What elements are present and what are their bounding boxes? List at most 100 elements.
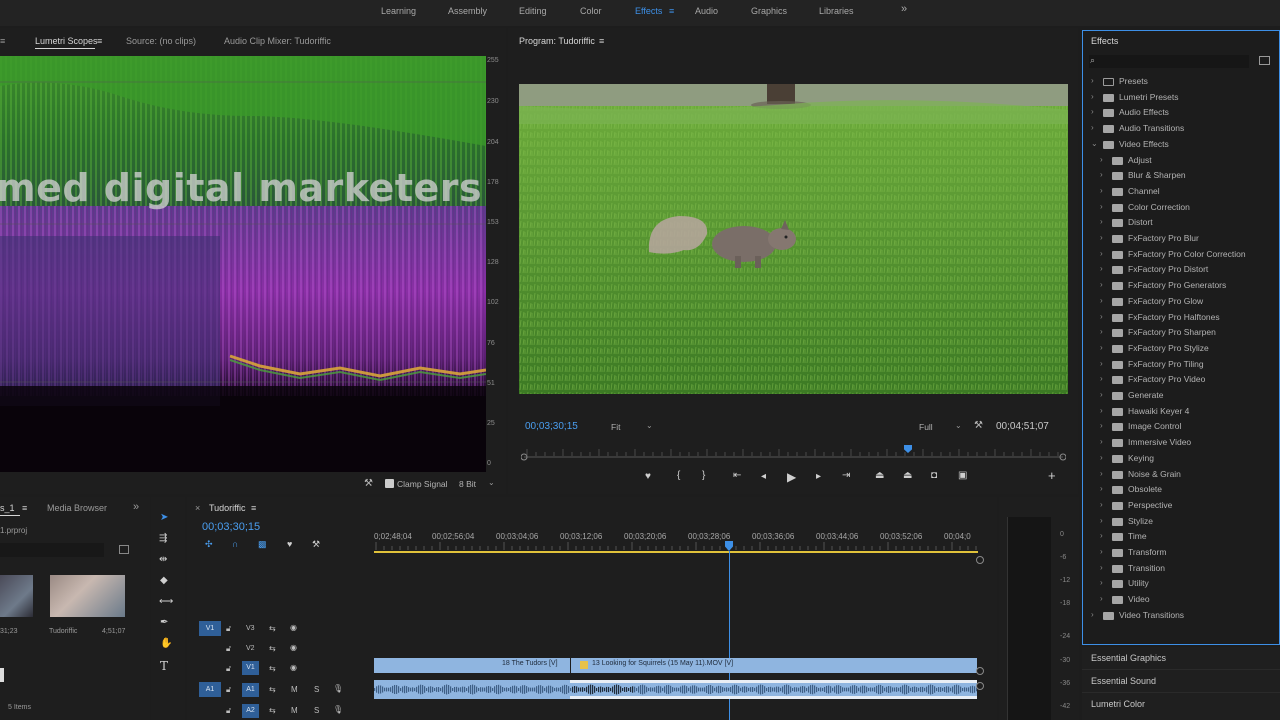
close-icon[interactable]: × [195,503,200,513]
effects-tree-item[interactable]: › Video Transitions [1083,609,1273,624]
chevron-right-icon[interactable]: › [1100,296,1103,305]
program-current-timecode[interactable]: 00;03;30;15 [525,421,578,432]
chevron-right-icon[interactable]: › [1091,610,1094,619]
lock-icon[interactable]: 🔓︎ [226,685,231,695]
type-tool-icon[interactable]: T [160,659,168,673]
source-patch-a1[interactable]: A1 [199,682,221,697]
tab-source[interactable]: Source: (no clips) [126,36,196,46]
quality-select[interactable]: Full [919,422,933,432]
effects-tree-item[interactable]: › Generate [1083,389,1273,404]
settings-wrench-icon[interactable]: ⚒ [312,539,320,550]
chevron-down-icon[interactable]: ⌄ [955,421,962,430]
camera-icon[interactable]: ◘ [931,470,937,481]
program-scrub-bar[interactable] [520,445,1067,461]
chevron-right-icon[interactable]: › [1091,107,1094,116]
effects-tree-item[interactable]: › Presets [1083,75,1273,90]
effects-tree-item[interactable]: › Hawaiki Keyer 4 [1083,405,1273,420]
chevron-down-icon[interactable]: ⌄ [1091,139,1098,148]
chevron-right-icon[interactable]: › [1100,484,1103,493]
effects-tree-item[interactable]: › Time [1083,530,1273,545]
clip-thumbnail[interactable] [50,575,125,617]
wrench-icon[interactable]: ⚒ [974,420,983,431]
chevron-right-icon[interactable]: › [1100,563,1103,572]
effects-tree-item[interactable]: › Utility [1083,577,1273,592]
workspace-tab-graphics[interactable]: Graphics [751,6,787,16]
chevron-right-icon[interactable]: › [1091,76,1094,85]
sync-lock-icon[interactable]: ⇆ [269,644,276,653]
chevron-right-icon[interactable]: › [1100,202,1103,211]
chevron-right-icon[interactable]: › [1091,92,1094,101]
chevron-right-icon[interactable]: › [1100,264,1103,273]
chevron-right-icon[interactable]: › [1100,531,1103,540]
essential-graphics-panel[interactable]: Essential Graphics [1091,653,1166,663]
workspace-tab-editing[interactable]: Editing [519,6,547,16]
mark-out-button[interactable]: } [702,470,705,481]
program-monitor-title[interactable]: Program: Tudoriffic [519,36,595,46]
mute-button[interactable]: M [291,685,298,694]
ripple-edit-tool-icon[interactable]: ⇹ [159,554,167,565]
workspace-menu-icon[interactable]: ≡ [669,6,674,16]
project-search-input[interactable] [0,543,104,557]
effects-tree-item[interactable]: › FxFactory Pro Video [1083,373,1273,388]
pen-tool-icon[interactable]: ✒ [160,617,168,628]
panel-overflow-button[interactable]: » [133,501,139,513]
workspace-tab-learning[interactable]: Learning [381,6,416,16]
lock-icon[interactable]: 🔓︎ [226,624,231,634]
source-patch-v1[interactable]: V1 [199,621,221,636]
chevron-right-icon[interactable]: › [1100,469,1103,478]
chevron-right-icon[interactable]: › [1100,374,1103,383]
chevron-right-icon[interactable]: › [1100,280,1103,289]
zoom-slider-handle[interactable] [0,668,4,682]
panel-menu-icon[interactable]: ≡ [22,503,27,513]
fit-select[interactable]: Fit [611,422,620,432]
effects-tree-item[interactable]: › Lumetri Presets [1083,91,1273,106]
effects-tree-item[interactable]: › Distort [1083,216,1273,231]
effects-tree-item[interactable]: › Audio Transitions [1083,122,1273,137]
tab-lumetri-scopes[interactable]: Lumetri Scopes [35,36,98,46]
chevron-right-icon[interactable]: › [1100,500,1103,509]
chevron-down-icon[interactable]: ⌄ [488,478,495,487]
add-marker-button[interactable]: ♥ [645,471,651,482]
clamp-signal-checkbox[interactable] [385,479,394,488]
workspace-tab-libraries[interactable]: Libraries [819,6,854,16]
effects-tree-item[interactable]: › Transform [1083,546,1273,561]
chevron-right-icon[interactable]: › [1100,312,1103,321]
new-bin-icon[interactable] [119,545,129,554]
extract-button[interactable]: ⏏ [903,470,912,481]
play-button[interactable]: ▶ [787,470,796,484]
timeline-timecode[interactable]: 00;03;30;15 [202,521,260,533]
track-name-v1[interactable]: V1 [242,661,259,675]
compare-view-button[interactable]: ▣ [958,470,967,481]
chevron-right-icon[interactable]: › [1100,217,1103,226]
panel-menu-icon[interactable]: ≡ [251,503,256,513]
lock-icon[interactable]: 🔓︎ [226,706,231,716]
chevron-right-icon[interactable]: › [1100,578,1103,587]
effects-tree-item[interactable]: › Channel [1083,185,1273,200]
chevron-right-icon[interactable]: › [1100,594,1103,603]
chevron-right-icon[interactable]: › [1100,421,1103,430]
effects-tree-item[interactable]: › Audio Effects [1083,106,1273,121]
effects-tree-item[interactable]: › Color Correction [1083,201,1273,216]
effects-tree-item[interactable]: › Immersive Video [1083,436,1273,451]
video-clip[interactable]: 18 The Tudors [V] [374,658,570,673]
chevron-right-icon[interactable]: › [1100,233,1103,242]
program-video-frame[interactable] [519,84,1068,394]
chevron-right-icon[interactable]: › [1100,390,1103,399]
effects-tree-item[interactable]: › Stylize [1083,515,1273,530]
chevron-right-icon[interactable]: › [1100,453,1103,462]
workspace-tab-audio[interactable]: Audio [695,6,718,16]
effects-tree-item[interactable]: › Adjust [1083,154,1273,169]
effects-tree-item[interactable]: › FxFactory Pro Tiling [1083,358,1273,373]
effects-search-input[interactable] [1089,55,1249,68]
effects-tree-item[interactable]: › Keying [1083,452,1273,467]
chevron-right-icon[interactable]: › [1100,170,1103,179]
effects-tree-item[interactable]: › FxFactory Pro Sharpen [1083,326,1273,341]
snap-icon[interactable]: ∩ [232,539,238,549]
add-button[interactable]: + [1048,468,1056,483]
effects-tree-item[interactable]: › FxFactory Pro Distort [1083,263,1273,278]
microphone-icon[interactable]: 🎙︎ [333,705,343,714]
workspace-tab-assembly[interactable]: Assembly [448,6,487,16]
effects-tree-item[interactable]: › FxFactory Pro Blur [1083,232,1273,247]
clip-thumbnail[interactable] [0,575,33,617]
workspace-overflow-button[interactable]: » [901,3,907,15]
